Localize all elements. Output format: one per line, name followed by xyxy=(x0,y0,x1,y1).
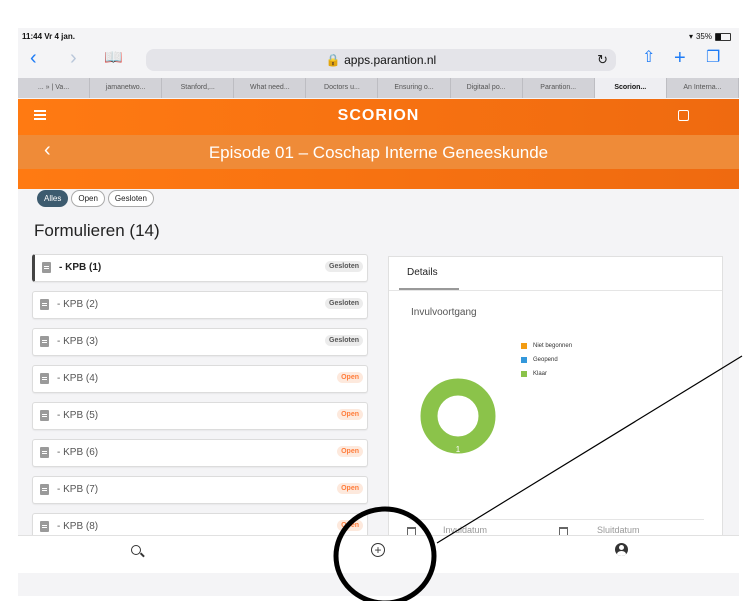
status-bar: 11:44 Vr 4 jan. ▾ 35% xyxy=(18,28,739,44)
wifi-icon: ▾ xyxy=(688,32,693,41)
reload-icon[interactable]: ↻ xyxy=(597,52,608,68)
document-icon xyxy=(40,373,49,384)
browser-toolbar: ‹ › 📖 🔒 apps.parantion.nl ↻ ⇧ + ❐ xyxy=(18,44,739,74)
progress-donut: 1 xyxy=(420,378,496,454)
bottom-tab-bar: + xyxy=(18,535,739,573)
forms-list: - KPB (1) Gesloten - KPB (2) Gesloten - KPB … xyxy=(32,254,368,550)
tab-details[interactable]: Details xyxy=(407,267,438,278)
browser-tab[interactable]: jamanetwo... xyxy=(90,78,163,98)
lock-icon: 🔒 xyxy=(325,53,341,67)
status-badge: Gesloten xyxy=(325,298,363,309)
logout-icon[interactable] xyxy=(678,110,689,121)
app-logo: SCORION xyxy=(337,107,420,124)
form-row[interactable]: - KPB (7) Open xyxy=(32,476,368,504)
browser-tab[interactable]: Scorion... xyxy=(594,78,667,98)
app-header: SCORION ‹ Episode 01 – Coschap Interne G… xyxy=(18,99,739,189)
form-label: - KPB (6) xyxy=(57,447,99,458)
status-badge: Open xyxy=(337,446,363,457)
episode-bar: ‹ Episode 01 – Coschap Interne Geneeskun… xyxy=(18,135,739,169)
form-row[interactable]: - KPB (3) Gesloten xyxy=(32,328,368,356)
new-tab-icon[interactable]: + xyxy=(674,48,686,68)
browser-tab[interactable]: Stanford,... xyxy=(162,78,235,98)
legend-label: Niet begonnen xyxy=(533,343,573,349)
back-arrow-icon[interactable]: ‹ xyxy=(30,48,37,68)
status-badge: Open xyxy=(337,520,363,531)
form-label: - KPB (5) xyxy=(57,410,99,421)
form-label: - KPB (1) xyxy=(59,262,102,273)
status-badge: Gesloten xyxy=(325,261,363,272)
donut-label: 1 xyxy=(456,445,461,454)
legend-swatch xyxy=(521,343,527,349)
user-icon[interactable] xyxy=(615,543,628,556)
filter-chips: Alles Open Gesloten xyxy=(37,190,154,207)
battery-percent: 35% xyxy=(695,32,712,41)
form-label: - KPB (4) xyxy=(57,373,99,384)
details-panel: Details Invulvoortgang Niet begonnen Geop… xyxy=(388,256,723,548)
document-icon xyxy=(40,299,49,310)
episode-title: Episode 01 – Coschap Interne Geneeskunde xyxy=(208,143,549,162)
ipad-screen: 11:44 Vr 4 jan. ▾ 35% ‹ › 📖 🔒 apps.paran… xyxy=(18,28,739,596)
document-icon xyxy=(40,410,49,421)
legend-label: Geopend xyxy=(533,357,558,363)
document-icon xyxy=(40,447,49,458)
legend-label: Klaar xyxy=(533,371,548,377)
browser-tab[interactable]: What need... xyxy=(234,78,307,98)
browser-tab[interactable]: An Interna... xyxy=(667,78,739,98)
status-badge: Gesloten xyxy=(325,335,363,346)
battery-icon xyxy=(715,32,731,41)
address-bar[interactable]: 🔒 apps.parantion.nl ↻ xyxy=(146,49,616,71)
filter-open[interactable]: Open xyxy=(71,190,105,207)
browser-tab[interactable]: Digitaal po... xyxy=(451,78,523,98)
forms-title: Formulieren (14) xyxy=(34,221,160,240)
share-icon[interactable]: ⇧ xyxy=(642,48,655,68)
document-icon xyxy=(40,336,49,347)
form-label: - KPB (3) xyxy=(57,336,99,347)
close-date-label: Sluitdatum xyxy=(597,525,640,535)
form-row[interactable]: - KPB (1) Gesloten xyxy=(32,254,368,282)
forward-arrow-icon[interactable]: › xyxy=(70,48,77,68)
status-time: 11:44 xyxy=(22,32,43,41)
form-row[interactable]: - KPB (6) Open xyxy=(32,439,368,467)
form-label: - KPB (2) xyxy=(57,299,99,310)
browser-tabs: ... » | Va... jamanetwo... Stanford,... Wha… xyxy=(18,78,739,98)
status-date: Vr 4 jan. xyxy=(44,32,75,41)
url-text: apps.parantion.nl xyxy=(344,53,437,67)
status-badge: Open xyxy=(337,372,363,383)
form-row[interactable]: - KPB (2) Gesloten xyxy=(32,291,368,319)
search-icon[interactable] xyxy=(131,545,141,555)
browser-tab[interactable]: Parantion... xyxy=(523,78,595,98)
form-label: - KPB (8) xyxy=(57,521,99,532)
form-row[interactable]: - KPB (4) Open xyxy=(32,365,368,393)
legend-item: Geopend xyxy=(521,357,572,363)
legend-swatch xyxy=(521,371,527,377)
legend-swatch xyxy=(521,357,527,363)
tabs-overview-icon[interactable]: ❐ xyxy=(706,48,720,68)
donut-ring xyxy=(420,378,496,454)
bookmarks-icon[interactable]: 📖 xyxy=(104,48,123,68)
document-icon xyxy=(40,521,49,532)
progress-title: Invulvoortgang xyxy=(411,307,477,318)
status-badge: Open xyxy=(337,483,363,494)
browser-tab[interactable]: ... » | Va... xyxy=(18,78,91,98)
browser-tab[interactable]: Doctors u... xyxy=(306,78,379,98)
filter-closed[interactable]: Gesloten xyxy=(107,190,154,207)
browser-tab[interactable]: Ensuring o... xyxy=(378,78,451,98)
progress-legend: Niet begonnen Geopend Klaar xyxy=(521,343,572,385)
document-icon xyxy=(40,484,49,495)
legend-item: Niet begonnen xyxy=(521,343,572,349)
filter-all[interactable]: Alles xyxy=(37,190,69,207)
fill-date-label: Invuldatum xyxy=(443,525,488,535)
form-row[interactable]: - KPB (5) Open xyxy=(32,402,368,430)
add-circle-icon[interactable]: + xyxy=(371,543,385,557)
legend-item: Klaar xyxy=(521,371,572,377)
document-icon xyxy=(42,262,51,273)
status-badge: Open xyxy=(337,409,363,420)
form-label: - KPB (7) xyxy=(57,484,99,495)
